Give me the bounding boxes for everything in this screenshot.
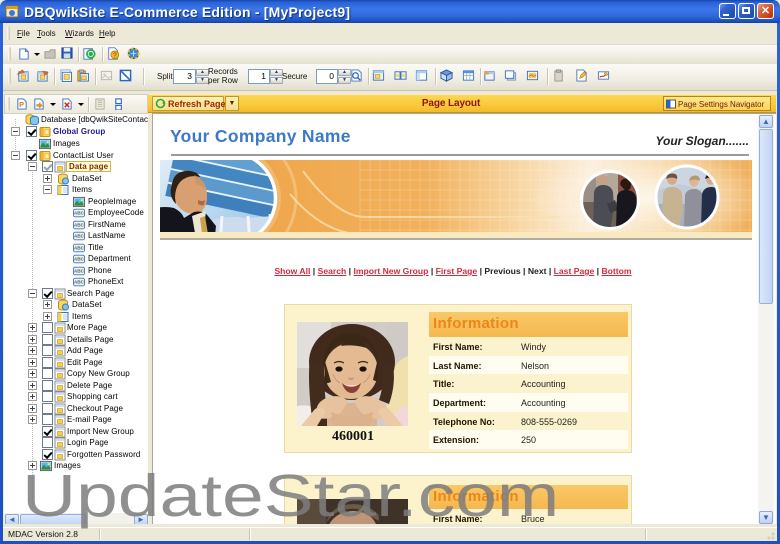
svg-text:ABC: ABC	[74, 280, 85, 285]
svg-text:ABC: ABC	[74, 234, 85, 239]
svg-text:ABC: ABC	[74, 211, 85, 216]
svg-text:ABC: ABC	[74, 257, 85, 262]
svg-text:ABC: ABC	[74, 222, 85, 227]
svg-text:P: P	[19, 100, 24, 109]
svg-text:?: ?	[113, 52, 117, 59]
svg-text:ABC: ABC	[74, 268, 85, 273]
svg-text:ABC: ABC	[74, 245, 85, 250]
